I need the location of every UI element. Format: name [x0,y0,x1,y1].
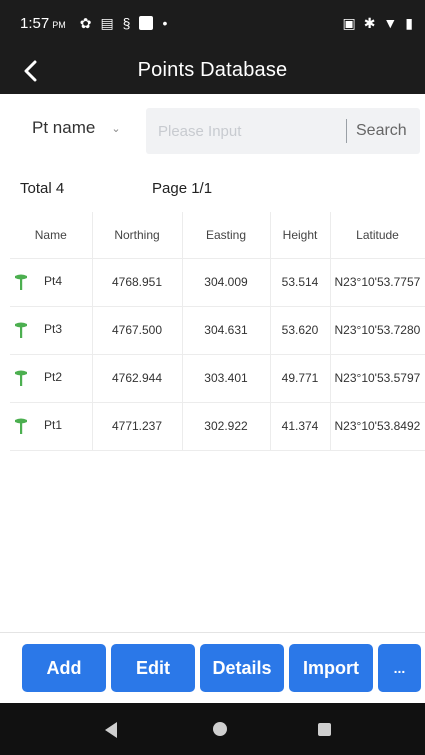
northing-cell: 4768.951 [92,257,183,306]
cast-icon: ▣ [342,14,356,31]
height-cell: 53.514 [270,257,331,306]
nav-home-icon[interactable] [213,722,227,736]
table-row[interactable]: Pt2 4762.944 303.401 49.771 N23°10'53.57… [10,353,425,402]
latitude-cell: N23°10'53.7757 [330,257,425,306]
name-cell: Pt3 [10,305,93,354]
easting-cell: 304.009 [182,257,271,306]
page-indicator: Page 1/1 [152,180,213,197]
easting-cell: 304.631 [182,305,271,354]
column-header-name[interactable]: Name [10,212,93,258]
northing-cell: 4767.500 [92,305,183,354]
search-box: Search [146,108,420,154]
dot-icon: • [162,15,168,31]
easting-cell: 303.401 [182,353,271,402]
more-button[interactable]: ... [378,644,421,692]
name-cell: Pt2 [10,353,93,402]
survey-pin-icon [15,418,27,434]
column-header-northing[interactable]: Northing [92,212,183,258]
northing-cell: 4771.237 [92,401,183,451]
action-bar: Add Edit Details Import ... [0,644,425,692]
survey-pin-icon [15,274,27,290]
import-button[interactable]: Import [289,644,373,692]
edit-button[interactable]: Edit [111,644,195,692]
name-cell: Pt1 [10,401,93,451]
nav-back-icon[interactable] [105,722,117,738]
filter-dropdown[interactable]: Pt name ⌄ [32,118,121,138]
app-icon: § [122,15,131,31]
easting-cell: 302.922 [182,401,271,451]
white-square-icon [139,16,154,30]
page-title: Points Database [137,58,288,81]
points-table[interactable]: Name Northing Easting Height Latitude Pt… [10,212,425,451]
search-input[interactable] [158,108,338,154]
battery-icon: ▮ [405,14,413,31]
height-cell: 53.620 [270,305,331,354]
height-cell: 41.374 [270,401,331,451]
latitude-cell: N23°10'53.7280 [330,305,425,354]
name-cell: Pt4 [10,257,93,306]
survey-pin-icon [15,370,27,386]
app-bar: Points Database [0,46,425,94]
total-count: Total 4 [20,180,65,197]
filter-dropdown-label: Pt name [32,118,96,137]
back-button[interactable] [16,56,46,86]
chevron-left-icon [24,60,37,82]
status-time: 1:57 PM [20,14,66,32]
search-button[interactable]: Search [356,108,407,154]
column-header-latitude[interactable]: Latitude [330,212,425,258]
gear-icon: ✿ [79,14,92,31]
add-button[interactable]: Add [22,644,106,692]
table-row[interactable]: Pt4 4768.951 304.009 53.514 N23°10'53.77… [10,257,425,306]
message-icon: ▤ [100,14,114,31]
latitude-cell: N23°10'53.5797 [330,353,425,402]
pager-row: Total 4 Page 1/1 [0,176,425,200]
status-icons-left: ✿ ▤ § • [80,15,168,32]
table-header-row: Name Northing Easting Height Latitude [10,212,425,258]
system-nav-bar [0,703,425,755]
chevron-down-icon: ⌄ [111,122,121,135]
status-icons-right: ▣ ✱ ▼ ▮ [342,15,413,32]
column-header-height[interactable]: Height [270,212,331,258]
column-header-easting[interactable]: Easting [182,212,271,258]
northing-cell: 4762.944 [92,353,183,402]
bluetooth-icon: ✱ [363,14,376,31]
wifi-icon: ▼ [383,15,398,31]
search-divider [346,119,347,143]
divider [0,632,425,633]
height-cell: 49.771 [270,353,331,402]
table-row[interactable]: Pt1 4771.237 302.922 41.374 N23°10'53.84… [10,401,425,451]
details-button[interactable]: Details [200,644,284,692]
search-row: Pt name ⌄ Search [0,108,425,154]
survey-pin-icon [15,322,27,338]
nav-recent-icon[interactable] [318,723,331,736]
status-bar: 1:57 PM ✿ ▤ § • ▣ ✱ ▼ ▮ [0,0,425,46]
table-row[interactable]: Pt3 4767.500 304.631 53.620 N23°10'53.72… [10,305,425,354]
latitude-cell: N23°10'53.8492 [330,401,425,451]
